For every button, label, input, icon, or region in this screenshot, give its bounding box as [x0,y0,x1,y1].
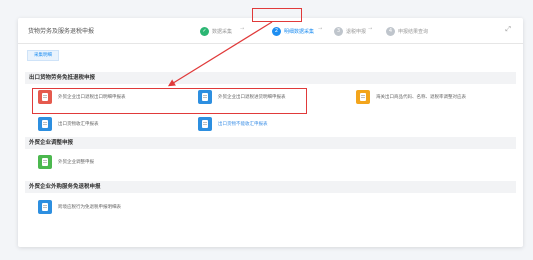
step-4[interactable]: 4 申报结果查询 [386,26,428,36]
item-label: 出口货物不能收汇申报表 [218,122,268,127]
step-label: 数据采集 [212,28,233,35]
step-1[interactable]: ✓ 数据采集 [200,26,232,36]
receipt-icon [38,117,52,131]
step-label: 退税申报 [346,28,367,35]
section-title: 出口货物劳务免抵退税申报 [25,72,516,84]
section-title: 外贸企业外购服务免退税申报 [25,181,516,193]
tab-collect-detail[interactable]: 采集明细 [27,50,59,61]
highlight-box-step [252,8,302,22]
step-number-icon: 2 [272,26,281,36]
step-label: 申报结果查询 [398,28,429,35]
adjust-doc-icon [38,155,52,169]
service-doc-icon [38,200,52,214]
page-title: 货物劳务及服务退税申报 [28,28,95,35]
table-icon [356,90,370,104]
no-receipt-icon [198,117,212,131]
step-label: 明细数据采集 [284,28,315,35]
cross-border-service-report[interactable]: 跨境应税行为免退税申报明细表 [38,199,121,215]
customs-code-table[interactable]: 海关出口商品代码、名称、退税率调整对应表 [356,89,466,105]
step-3[interactable]: 3 退税申报 [334,26,366,36]
section-title: 外贸企业调整申报 [25,137,516,149]
highlight-box-items [32,88,307,114]
item-label: 出口货物收汇申报表 [58,122,99,127]
no-receipt-report[interactable]: 出口货物不能收汇申报表 [198,116,268,132]
arrow-right-icon: → [240,26,245,32]
step-number-icon: 3 [334,26,343,36]
item-label: 海关出口商品代码、名称、退税率调整对应表 [376,95,466,100]
adjust-report[interactable]: 外贸企业调整申报 [38,154,94,170]
check-icon: ✓ [200,26,209,36]
item-label: 外贸企业调整申报 [58,160,94,165]
arrow-right-icon: → [368,26,373,32]
main-card: 货物劳务及服务退税申报 ✓ 数据采集 → 2 明细数据采集 → 3 退税申报 →… [18,18,523,247]
arrow-right-icon: → [318,26,323,32]
step-number-icon: 4 [386,26,395,36]
export-receipt-report[interactable]: 出口货物收汇申报表 [38,116,99,132]
step-2[interactable]: 2 明细数据采集 [272,26,314,36]
expand-icon[interactable]: ⤢ [505,25,511,34]
item-label: 跨境应税行为免退税申报明细表 [58,205,121,210]
